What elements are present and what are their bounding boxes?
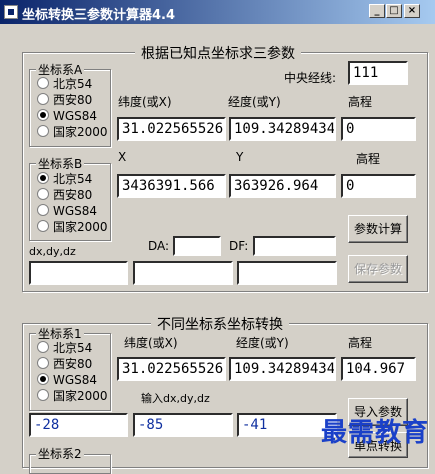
radio-circle-icon[interactable] [37,188,49,200]
coord-system-a-radio-2[interactable]: WGS84 [37,108,108,124]
app-icon [4,5,18,19]
height-input[interactable]: 0 [341,117,416,141]
coord-system-b-radio-label: 西安80 [53,188,93,202]
window-title: 坐标转换三参数计算器4.4 [22,8,176,23]
coord-system-1-radio-label: WGS84 [53,373,98,387]
coord-system-b-radio-2[interactable]: WGS84 [37,203,108,219]
lon-label: 经度(或Y) [228,95,281,109]
radio-circle-icon[interactable] [37,172,49,184]
da-label: DA: [148,239,170,253]
radio-circle-icon[interactable] [37,389,49,401]
height-label-2: 高程 [348,336,373,350]
maximize-button[interactable]: □ [386,4,402,18]
height-input-2[interactable]: 104.967 [341,357,416,381]
coord-system-a-radio-3[interactable]: 国家2000 [37,124,108,140]
dx-input-2[interactable]: -28 [29,413,128,437]
dy-input[interactable] [133,261,233,285]
coord-system-1-radio-label: 国家2000 [53,389,108,403]
coord-system-b-title: 坐标系B [36,155,85,172]
y-input[interactable]: 363926.964 [229,174,336,198]
coord-system-b-radio-3[interactable]: 国家2000 [37,219,108,235]
height-label: 高程 [348,95,373,109]
coord-system-b-radio-label: 国家2000 [53,220,108,234]
lat-label: 纬度(或X) [118,95,172,109]
height-label-b: 高程 [356,152,381,166]
lat-input-2[interactable]: 31.022565526 [117,357,226,381]
df-input[interactable] [253,236,336,256]
save-params-button[interactable]: 保存参数 [348,255,408,283]
coord-system-a-radio-1[interactable]: 西安80 [37,92,108,108]
coord-system-a-radio-0[interactable]: 北京54 [37,76,108,92]
lon-input[interactable]: 109.342894343 [229,117,336,141]
x-label: X [118,150,127,164]
dxdydz-label: dx,dy,dz [29,245,76,258]
dz-input[interactable] [237,261,337,285]
coord-system-1-radio-1[interactable]: 西安80 [37,356,108,372]
central-meridian-label: 中央经线: [284,71,337,85]
radio-circle-icon[interactable] [37,77,49,89]
coord-system-1-radio-0[interactable]: 北京54 [37,340,108,356]
coord-system-b-radio-label: WGS84 [53,204,98,218]
df-label: DF: [229,239,249,253]
coord-system-a-radio-label: WGS84 [53,109,98,123]
dy-input-2[interactable]: -85 [133,413,233,437]
coord-system-a-options: 北京54 西安80 WGS84 国家2000 [37,76,108,140]
central-meridian-input[interactable]: 111 [348,61,408,85]
input-dxdydz-label: 输入dx,dy,dz [141,392,210,405]
coord-system-1-radio-label: 西安80 [53,357,93,371]
radio-circle-icon[interactable] [37,93,49,105]
coord-system-2-title: 坐标系2 [36,445,84,462]
radio-circle-icon[interactable] [37,204,49,216]
lon-label-2: 经度(或Y) [236,336,289,350]
radio-circle-icon[interactable] [37,357,49,369]
calc-params-button[interactable]: 参数计算 [348,215,408,243]
coord-system-b-radio-1[interactable]: 西安80 [37,187,108,203]
da-input[interactable] [173,236,221,256]
coord-system-1-radio-label: 北京54 [53,341,93,355]
coord-system-b-options: 北京54 西安80 WGS84 国家2000 [37,171,108,235]
coord-system-1-radio-3[interactable]: 国家2000 [37,388,108,404]
y-label: Y [236,150,244,164]
coord-system-b-radio-label: 北京54 [53,172,93,186]
coord-system-1-radio-2[interactable]: WGS84 [37,372,108,388]
minimize-button[interactable]: _ [369,4,385,18]
radio-circle-icon[interactable] [37,109,49,121]
coord-system-1-options: 北京54 西安80 WGS84 国家2000 [37,340,108,404]
height-input-b[interactable]: 0 [341,174,416,198]
lon-input-2[interactable]: 109.342894343 [229,357,336,381]
coord-system-a-radio-label: 北京54 [53,77,93,91]
coord-convert-group-title: 不同坐标系坐标转换 [151,314,289,334]
lat-label-2: 纬度(或X) [124,336,178,350]
watermark-text: 最需教育 [320,418,429,448]
radio-circle-icon[interactable] [37,373,49,385]
x-input[interactable]: 3436391.566 [117,174,226,198]
title-bar: 坐标转换三参数计算器4.4 _ □ × [0,0,435,24]
lat-input[interactable]: 31.022565526 [117,117,226,141]
param-calc-group-title: 根据已知点坐标求三参数 [135,43,301,63]
radio-circle-icon[interactable] [37,341,49,353]
dx-input[interactable] [29,261,128,285]
coord-system-a-radio-label: 西安80 [53,93,93,107]
radio-circle-icon[interactable] [37,125,49,137]
radio-circle-icon[interactable] [37,220,49,232]
close-button[interactable]: × [404,4,420,18]
coord-system-b-radio-0[interactable]: 北京54 [37,171,108,187]
coord-system-a-radio-label: 国家2000 [53,125,108,139]
